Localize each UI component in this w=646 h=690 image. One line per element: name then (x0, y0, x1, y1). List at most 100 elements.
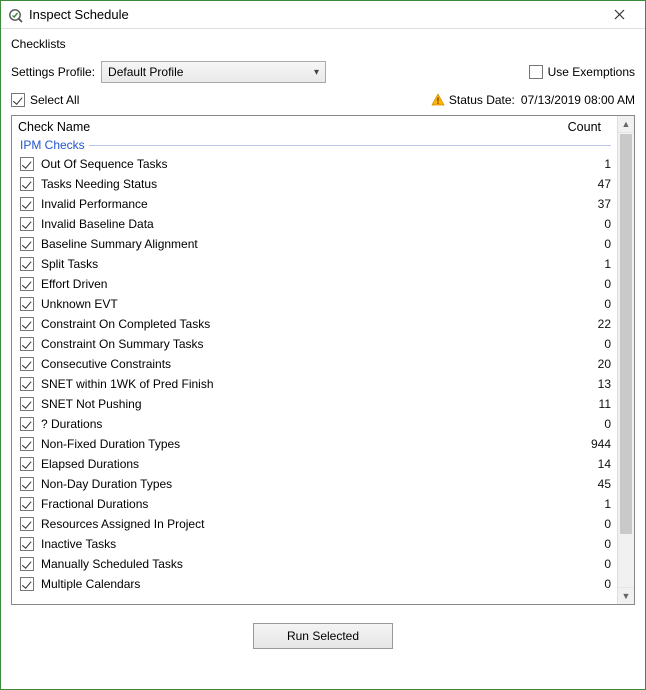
vertical-scrollbar[interactable]: ▲ ▼ (617, 116, 634, 604)
check-row[interactable]: Invalid Performance37 (12, 194, 617, 214)
status-date-block: Status Date: 07/13/2019 08:00 AM (431, 93, 635, 107)
check-row-checkbox[interactable] (20, 497, 34, 511)
check-row-count: 0 (561, 577, 611, 591)
check-row[interactable]: SNET within 1WK of Pred Finish13 (12, 374, 617, 394)
scroll-up-button[interactable]: ▲ (618, 116, 634, 133)
check-row-count: 944 (561, 437, 611, 451)
check-row[interactable]: Non-Day Duration Types45 (12, 474, 617, 494)
grid-rows: Out Of Sequence Tasks1Tasks Needing Stat… (12, 154, 617, 604)
check-row-count: 0 (561, 297, 611, 311)
status-row: Select All Status Date: 07/13/2019 08:00… (1, 89, 645, 115)
check-row[interactable]: Split Tasks1 (12, 254, 617, 274)
check-row[interactable]: Non-Fixed Duration Types944 (12, 434, 617, 454)
select-all-checkbox[interactable] (11, 93, 25, 107)
close-button[interactable] (599, 2, 639, 28)
check-row-checkbox[interactable] (20, 417, 34, 431)
section-header: Checklists (1, 29, 645, 57)
check-row-count: 37 (561, 197, 611, 211)
check-row-count: 0 (561, 417, 611, 431)
check-row-checkbox[interactable] (20, 197, 34, 211)
check-row-checkbox[interactable] (20, 177, 34, 191)
check-row-checkbox[interactable] (20, 337, 34, 351)
check-row-checkbox[interactable] (20, 377, 34, 391)
footer: Run Selected (1, 615, 645, 689)
check-row-label: Split Tasks (39, 257, 561, 271)
check-row-label: ? Durations (39, 417, 561, 431)
check-row-checkbox[interactable] (20, 517, 34, 531)
select-all-label: Select All (30, 93, 79, 107)
check-row-checkbox[interactable] (20, 437, 34, 451)
scroll-thumb[interactable] (620, 134, 632, 534)
check-row-label: Invalid Performance (39, 197, 561, 211)
grid-header: Check Name Count (12, 116, 617, 136)
check-row[interactable]: Constraint On Completed Tasks22 (12, 314, 617, 334)
check-row-checkbox[interactable] (20, 297, 34, 311)
check-row[interactable]: Effort Driven0 (12, 274, 617, 294)
check-row[interactable]: Consecutive Constraints20 (12, 354, 617, 374)
select-all-option[interactable]: Select All (11, 93, 79, 107)
settings-profile-value: Default Profile (108, 65, 183, 79)
check-row-checkbox[interactable] (20, 157, 34, 171)
column-check-name: Check Name (18, 120, 551, 134)
check-row-checkbox[interactable] (20, 277, 34, 291)
check-row-count: 13 (561, 377, 611, 391)
check-row-checkbox[interactable] (20, 357, 34, 371)
check-row-checkbox[interactable] (20, 557, 34, 571)
check-row[interactable]: Tasks Needing Status47 (12, 174, 617, 194)
check-row[interactable]: Multiple Calendars0 (12, 574, 617, 594)
check-row-label: Invalid Baseline Data (39, 217, 561, 231)
check-row[interactable]: Unknown EVT0 (12, 294, 617, 314)
window-title: Inspect Schedule (29, 7, 599, 22)
check-row-checkbox[interactable] (20, 217, 34, 231)
check-row[interactable]: Resources Assigned In Project0 (12, 514, 617, 534)
settings-profile-label: Settings Profile: (11, 65, 95, 79)
check-row[interactable]: Invalid Baseline Data0 (12, 214, 617, 234)
column-count: Count (551, 120, 611, 134)
use-exemptions-option[interactable]: Use Exemptions (529, 65, 635, 79)
check-row-label: Manually Scheduled Tasks (39, 557, 561, 571)
group-header[interactable]: IPM Checks (12, 136, 617, 154)
check-row[interactable]: Manually Scheduled Tasks0 (12, 554, 617, 574)
check-row-label: Constraint On Summary Tasks (39, 337, 561, 351)
check-row-checkbox[interactable] (20, 537, 34, 551)
settings-row: Settings Profile: Default Profile ▾ Use … (1, 57, 645, 89)
check-row[interactable]: Out Of Sequence Tasks1 (12, 154, 617, 174)
check-row-count: 14 (561, 457, 611, 471)
scroll-down-button[interactable]: ▼ (618, 587, 634, 604)
check-row-checkbox[interactable] (20, 317, 34, 331)
check-row-checkbox[interactable] (20, 257, 34, 271)
check-row-label: Tasks Needing Status (39, 177, 561, 191)
warning-icon (431, 93, 445, 107)
run-selected-label: Run Selected (287, 629, 359, 643)
check-row-label: Out Of Sequence Tasks (39, 157, 561, 171)
use-exemptions-label: Use Exemptions (548, 65, 635, 79)
checks-grid: Check Name Count IPM Checks Out Of Seque… (11, 115, 635, 605)
check-row[interactable]: Constraint On Summary Tasks0 (12, 334, 617, 354)
check-row-count: 0 (561, 217, 611, 231)
check-row[interactable]: Baseline Summary Alignment0 (12, 234, 617, 254)
check-row[interactable]: SNET Not Pushing11 (12, 394, 617, 414)
check-row-label: Resources Assigned In Project (39, 517, 561, 531)
run-selected-button[interactable]: Run Selected (253, 623, 393, 649)
check-row-checkbox[interactable] (20, 477, 34, 491)
check-row-label: Fractional Durations (39, 497, 561, 511)
check-row-label: Inactive Tasks (39, 537, 561, 551)
titlebar: Inspect Schedule (1, 1, 645, 29)
check-row-label: Unknown EVT (39, 297, 561, 311)
check-row-label: SNET within 1WK of Pred Finish (39, 377, 561, 391)
check-row-label: Non-Fixed Duration Types (39, 437, 561, 451)
check-row-checkbox[interactable] (20, 577, 34, 591)
check-row[interactable]: Fractional Durations1 (12, 494, 617, 514)
use-exemptions-checkbox[interactable] (529, 65, 543, 79)
check-row-checkbox[interactable] (20, 237, 34, 251)
check-row[interactable]: ? Durations0 (12, 414, 617, 434)
check-row-checkbox[interactable] (20, 397, 34, 411)
check-row-count: 20 (561, 357, 611, 371)
check-row-checkbox[interactable] (20, 457, 34, 471)
check-row-label: Elapsed Durations (39, 457, 561, 471)
check-row-count: 22 (561, 317, 611, 331)
check-row-label: Non-Day Duration Types (39, 477, 561, 491)
settings-profile-select[interactable]: Default Profile ▾ (101, 61, 326, 83)
check-row[interactable]: Elapsed Durations14 (12, 454, 617, 474)
check-row[interactable]: Inactive Tasks0 (12, 534, 617, 554)
